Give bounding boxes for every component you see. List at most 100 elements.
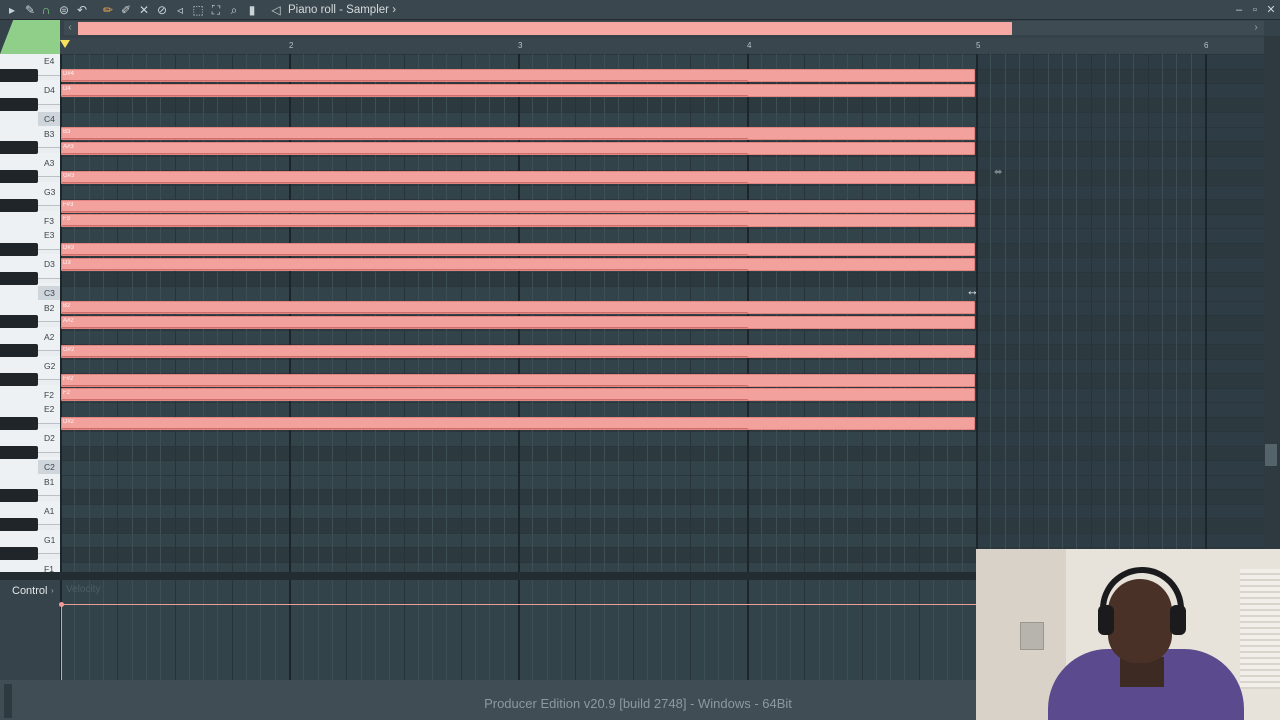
velocity-lane[interactable] xyxy=(60,580,976,680)
grid-column-line xyxy=(1133,54,1135,572)
scroll-right-icon[interactable]: › xyxy=(1250,20,1262,36)
velocity-grid-line xyxy=(374,580,376,680)
scroll-left-icon[interactable]: ‹ xyxy=(64,20,76,36)
playhead-marker[interactable] xyxy=(60,40,70,48)
minimize-icon[interactable]: – xyxy=(1232,2,1246,18)
note-block[interactable]: D3 xyxy=(61,257,975,271)
note-grid[interactable]: D#4 D4 B3 A#3 G#3 F#3 F3 D#3 D3 B2 A#2 G#2 F#2 F2 D#2 xyxy=(60,54,1264,572)
note-block[interactable]: F2 xyxy=(61,388,975,401)
zoom-icon[interactable]: ⌕ xyxy=(226,2,242,18)
black-key[interactable] xyxy=(0,489,38,502)
key-label: B3 xyxy=(44,128,55,139)
slice-tool-icon[interactable]: ◃ xyxy=(172,2,188,18)
velocity-grid-line xyxy=(575,580,577,680)
control-divider[interactable] xyxy=(0,572,976,580)
timeline-ruler[interactable] xyxy=(60,38,1264,54)
velocity-grid-line xyxy=(832,580,834,680)
note-block[interactable]: F3 xyxy=(61,214,975,227)
grid-column-line xyxy=(1190,54,1192,572)
velocity-grid-line xyxy=(918,580,920,680)
mute-tool-icon[interactable]: ⊘ xyxy=(154,2,170,18)
velocity-grid-line xyxy=(389,580,391,680)
note-block[interactable]: B2 xyxy=(61,301,975,314)
bar-number: 5 xyxy=(976,41,981,50)
velocity-grid-line xyxy=(875,580,877,680)
key-label: D4 xyxy=(44,85,55,95)
velocity-grid-line xyxy=(646,580,648,680)
note-release-line xyxy=(62,225,748,226)
grid-column-line xyxy=(1076,54,1078,572)
speaker-icon[interactable]: ◁ xyxy=(268,2,284,18)
black-key[interactable] xyxy=(0,68,38,82)
note-block[interactable]: D4 xyxy=(61,83,975,97)
black-key[interactable] xyxy=(0,518,38,531)
vertical-scrollbar[interactable] xyxy=(1264,36,1280,576)
note-block[interactable]: D#2 xyxy=(61,417,975,430)
black-key[interactable] xyxy=(0,315,38,328)
playback-tool-icon[interactable]: ▮ xyxy=(244,2,260,18)
paint-brush-icon[interactable]: ✐ xyxy=(118,2,134,18)
note-label: G#2 xyxy=(63,346,75,353)
black-key[interactable] xyxy=(0,141,38,154)
velocity-grid-line xyxy=(160,580,162,680)
note-block[interactable]: G#2 xyxy=(61,344,975,358)
velocity-grid-line xyxy=(289,580,291,680)
note-block[interactable]: A#2 xyxy=(61,315,975,329)
velocity-grid-line xyxy=(775,580,777,680)
note-block[interactable]: A#3 xyxy=(61,141,975,155)
black-key[interactable] xyxy=(0,199,38,212)
arrow-right-icon[interactable]: ▸ xyxy=(4,2,20,18)
note-block[interactable]: D#3 xyxy=(61,243,975,256)
velocity-grid-line xyxy=(188,580,190,680)
note-label: F3 xyxy=(63,216,71,222)
headphones-band xyxy=(1100,567,1184,611)
velocity-stem[interactable] xyxy=(61,604,62,680)
control-arrow-icon[interactable]: › xyxy=(51,585,54,597)
note-block[interactable]: G#3 xyxy=(61,170,975,184)
velocity-grid-line xyxy=(446,580,448,680)
velocity-grid-line xyxy=(661,580,663,680)
window-title[interactable]: Piano roll - Sampler › xyxy=(288,3,396,17)
black-key[interactable] xyxy=(0,445,38,459)
velocity-grid-line xyxy=(417,580,419,680)
black-key[interactable] xyxy=(0,170,38,183)
wrench-icon[interactable]: ✎ xyxy=(22,2,38,18)
black-key[interactable] xyxy=(0,97,38,111)
select-tool-icon[interactable]: ⬚ xyxy=(190,2,206,18)
note-block[interactable]: B3 xyxy=(61,127,975,140)
black-key[interactable] xyxy=(0,242,38,256)
bar-number: 3 xyxy=(518,41,523,50)
key-label: E2 xyxy=(44,404,55,414)
velocity-grid-line xyxy=(432,580,434,680)
undo-icon[interactable]: ↶ xyxy=(74,2,90,18)
velocity-level-line[interactable] xyxy=(62,604,976,605)
note-release-line xyxy=(62,254,748,255)
piano-keyboard[interactable]: E4 D4 C4 B3 A3 G3 F3 E3 D3 C3 B2 A2 G2 F2 E2 D2 C2 B1 A1 G1… xyxy=(0,54,60,572)
black-key[interactable] xyxy=(0,416,38,430)
close-icon[interactable]: ✕ xyxy=(1264,2,1278,18)
restore-icon[interactable]: ▫ xyxy=(1248,2,1262,18)
velocity-handle[interactable] xyxy=(59,602,64,607)
zoom-tool-icon[interactable]: ⛶ xyxy=(208,2,224,18)
note-block[interactable]: D#4 xyxy=(61,69,975,82)
black-key[interactable] xyxy=(0,344,38,357)
vertical-scroll-thumb[interactable] xyxy=(1265,444,1277,466)
key-label: C3 xyxy=(44,288,55,298)
grid-column-line xyxy=(1147,54,1149,572)
black-key[interactable] xyxy=(0,547,38,560)
webcam-overlay xyxy=(976,549,1280,720)
grid-column-line xyxy=(1047,54,1049,572)
delete-tool-icon[interactable]: ✕ xyxy=(136,2,152,18)
black-key[interactable] xyxy=(0,271,38,285)
key-label: E3 xyxy=(44,230,55,240)
black-key[interactable] xyxy=(0,373,38,386)
note-block[interactable]: F#3 xyxy=(61,199,975,213)
snap-menu-icon[interactable]: ⊜ xyxy=(56,2,72,18)
note-block[interactable]: F#2 xyxy=(61,373,975,387)
pencil-icon[interactable]: ✏ xyxy=(100,2,116,18)
horizontal-scroll-thumb[interactable] xyxy=(78,22,1012,35)
control-label[interactable]: Control xyxy=(12,584,47,598)
velocity-grid-line xyxy=(546,580,548,680)
window-blind xyxy=(1240,569,1280,689)
magnet-icon[interactable]: ∩ xyxy=(38,2,54,18)
